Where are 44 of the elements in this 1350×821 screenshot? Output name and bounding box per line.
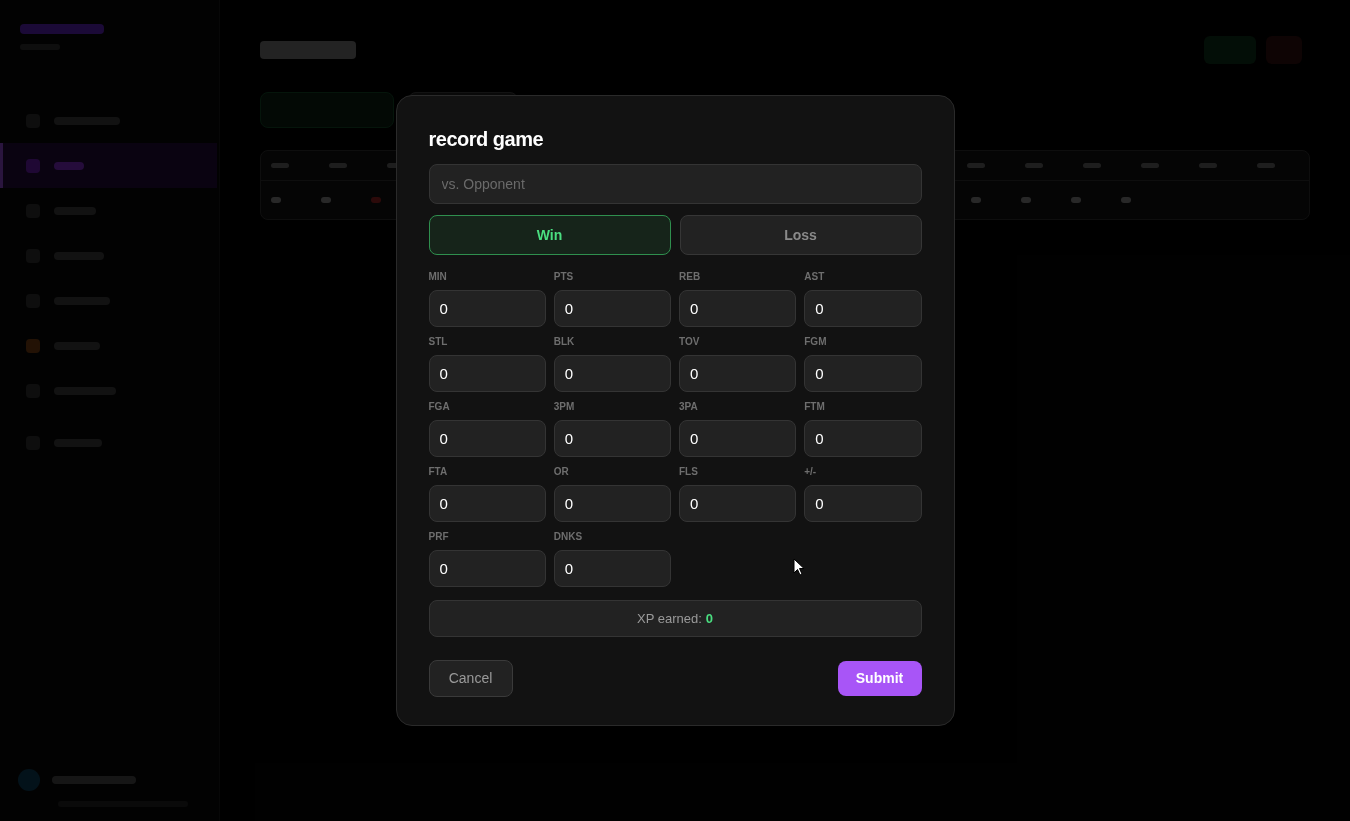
result-toggle[interactable]: Win xyxy=(428,215,671,255)
stat-field[interactable]: 0 xyxy=(804,420,922,457)
opponent-field[interactable]: vs. Opponent xyxy=(428,164,922,204)
stat-label: MIN xyxy=(428,271,448,283)
stat-label: BLK xyxy=(553,336,576,348)
stat-field[interactable]: 0 xyxy=(553,420,671,457)
stat-label: AST xyxy=(804,271,826,283)
stat-label: TOV xyxy=(679,336,701,348)
stat-label: DNKS xyxy=(553,531,584,543)
stat-label: FTA xyxy=(428,466,449,478)
stat-label: FLS xyxy=(679,466,699,478)
stat-label: STL xyxy=(428,336,449,348)
stat-field[interactable]: 0 xyxy=(804,355,922,392)
stat-label: PTS xyxy=(553,271,575,283)
dialog-title: record game xyxy=(428,127,545,151)
stat-field[interactable]: 0 xyxy=(804,485,922,522)
stat-label: 3PA xyxy=(679,401,699,413)
xp-label: XP earned: xyxy=(636,609,702,628)
cancel-button[interactable]: Cancel xyxy=(428,660,513,697)
stat-label: PRF xyxy=(428,531,450,543)
stat-label: 3PM xyxy=(553,401,576,413)
stat-field[interactable]: 0 xyxy=(428,290,546,327)
stat-label: FGM xyxy=(804,336,828,348)
stat-field[interactable]: 0 xyxy=(428,420,546,457)
stat-label: FTM xyxy=(804,401,826,413)
submit-button[interactable]: Submit xyxy=(837,661,922,696)
stat-field[interactable]: 0 xyxy=(428,355,546,392)
stat-label: +/- xyxy=(804,466,818,478)
stat-field[interactable]: 0 xyxy=(428,485,546,522)
stat-label: REB xyxy=(679,271,702,283)
stat-field[interactable]: 0 xyxy=(804,290,922,327)
stat-field[interactable]: 0 xyxy=(553,290,671,327)
stat-field[interactable]: 0 xyxy=(679,290,797,327)
xp-value: 0 xyxy=(705,609,713,628)
stat-label: OR xyxy=(553,466,570,478)
mouse-cursor-icon xyxy=(792,558,805,576)
stat-field[interactable]: 0 xyxy=(553,550,671,587)
stat-field[interactable]: 0 xyxy=(428,550,546,587)
stat-field[interactable]: 0 xyxy=(679,355,797,392)
stat-label: FGA xyxy=(428,401,451,413)
stat-field[interactable]: 0 xyxy=(553,355,671,392)
stat-field[interactable]: 0 xyxy=(679,420,797,457)
stat-field[interactable]: 0 xyxy=(553,485,671,522)
stat-field[interactable]: 0 xyxy=(679,485,797,522)
